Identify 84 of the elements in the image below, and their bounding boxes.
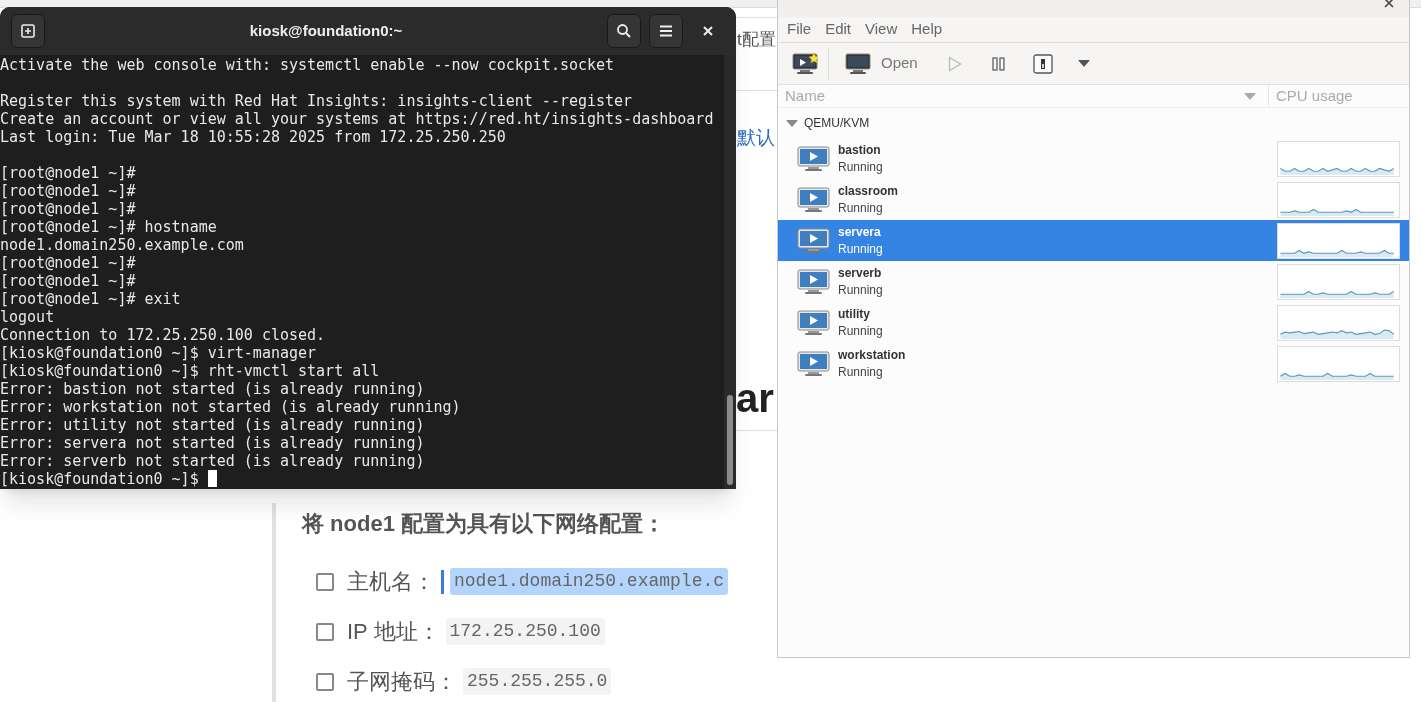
- terminal-line: Error: servera not started (is already running): [0, 434, 425, 452]
- terminal-line: Create an account or view all your systems at https://red.ht/insights-dashboard: [0, 110, 714, 128]
- vm-row[interactable]: classroom Running: [778, 179, 1409, 220]
- vm-row[interactable]: workstation Running: [778, 343, 1409, 384]
- vm-row[interactable]: bastion Running: [778, 138, 1409, 179]
- text-caret: [441, 569, 444, 594]
- search-button[interactable]: [607, 14, 641, 48]
- vm-row[interactable]: serverb Running: [778, 261, 1409, 302]
- link-text[interactable]: 默认: [737, 124, 775, 153]
- menu-item[interactable]: File: [787, 18, 812, 41]
- terminal-line: node1.domain250.example.com: [0, 236, 244, 254]
- vm-name: classroom: [838, 182, 900, 200]
- terminal-line: [kiosk@foundation0 ~]$: [0, 470, 200, 488]
- caret-icon: [1077, 60, 1090, 67]
- vm-monitor-icon: [797, 350, 830, 377]
- connection-row[interactable]: QEMU/KVM: [778, 108, 1409, 138]
- vm-row[interactable]: utility Running: [778, 302, 1409, 343]
- vm-monitor-icon: [797, 186, 830, 213]
- terminal-line: [root@node1 ~]#: [0, 182, 136, 200]
- terminal-line: Error: serverb not started (is already running): [0, 452, 425, 470]
- menu-button[interactable]: [649, 14, 683, 48]
- terminal-line: [root@node1 ~]# exit: [0, 290, 181, 308]
- terminal-line: [root@node1 ~]# hostname: [0, 218, 217, 236]
- item-label: 子网掩码：: [347, 668, 457, 696]
- vm-status: Running: [838, 199, 884, 217]
- vm-status: Running: [838, 158, 884, 176]
- menu-item[interactable]: Edit: [825, 18, 852, 41]
- expander-icon: [786, 119, 798, 127]
- close-icon: [703, 26, 713, 36]
- terminal-line: [kiosk@foundation0 ~]$ virt-manager: [0, 344, 317, 362]
- vm-monitor-icon: [797, 268, 830, 295]
- vm-status: Running: [838, 322, 884, 340]
- terminal-line: [root@node1 ~]#: [0, 164, 136, 182]
- vm-name: servera: [838, 223, 882, 241]
- terminal-line: Error: bastion not started (is already running): [0, 380, 425, 398]
- checkbox[interactable]: [316, 622, 334, 641]
- code-value: 172.25.250.100: [445, 618, 605, 645]
- vm-status: Running: [838, 281, 884, 299]
- terminal-line: Activate the web console with: systemctl enable --now cockpit.socket: [0, 56, 615, 74]
- terminal-line: Connection to 172.25.250.100 closed.: [0, 326, 326, 344]
- menu-icon: [659, 25, 673, 37]
- new-tab-button[interactable]: [11, 14, 45, 48]
- page-heading: ar: [736, 375, 774, 422]
- checkbox[interactable]: [316, 572, 334, 591]
- terminal-line: [root@node1 ~]#: [0, 200, 136, 218]
- item-label: 主机名：: [347, 568, 435, 596]
- terminal-line: [root@node1 ~]#: [0, 272, 136, 290]
- terminal-line: Last login: Tue Mar 18 10:55:28 2025 from 172.25.250.250: [0, 128, 506, 146]
- search-icon: [616, 23, 632, 39]
- vm-monitor-icon: [797, 309, 830, 336]
- terminal-line: logout: [0, 308, 55, 326]
- terminal-line: Register this system with Red Hat Insights: insights-client --register: [0, 92, 633, 110]
- terminal-line: Error: utility not started (is already running): [0, 416, 425, 434]
- vm-monitor-icon: [797, 145, 830, 172]
- vm-name: bastion: [838, 141, 882, 159]
- window-title: kiosk@foundation0:~: [248, 20, 404, 41]
- vm-row[interactable]: servera Running: [778, 220, 1409, 261]
- item-label: IP 地址：: [347, 618, 440, 646]
- menu-item[interactable]: Help: [911, 18, 943, 41]
- vm-status: Running: [838, 240, 884, 258]
- new-vm-icon: [792, 52, 818, 75]
- power-switch-icon: [1032, 53, 1053, 74]
- monitor-icon: [845, 52, 871, 75]
- vm-name: utility: [838, 305, 871, 323]
- scrollbar-thumb[interactable]: [727, 395, 733, 485]
- sort-caret-icon: [1244, 92, 1256, 100]
- intro-text: 将 node1 配置为具有以下网络配置：: [302, 510, 666, 538]
- code-value: 255.255.255.0: [463, 668, 612, 695]
- vm-status: Running: [838, 363, 884, 381]
- vm-name: serverb: [838, 264, 883, 282]
- code-value: node1.domain250.example.c: [450, 568, 729, 595]
- menu-item[interactable]: View: [865, 18, 898, 41]
- open-button[interactable]: Open: [837, 48, 926, 79]
- new-tab-icon: [20, 23, 36, 39]
- terminal-line: [kiosk@foundation0 ~]$ rht-vmctl start all: [0, 362, 380, 380]
- vm-monitor-icon: [797, 227, 830, 254]
- checkbox[interactable]: [316, 672, 334, 691]
- close-icon: [1384, 0, 1394, 8]
- page-tab[interactable]: t配置: [737, 27, 776, 53]
- terminal-line: Error: workstation not started (is already running): [0, 398, 461, 416]
- pause-icon: [991, 56, 1006, 71]
- terminal-line: [root@node1 ~]#: [0, 254, 136, 272]
- vm-name: workstation: [838, 346, 907, 364]
- play-icon: [947, 55, 962, 72]
